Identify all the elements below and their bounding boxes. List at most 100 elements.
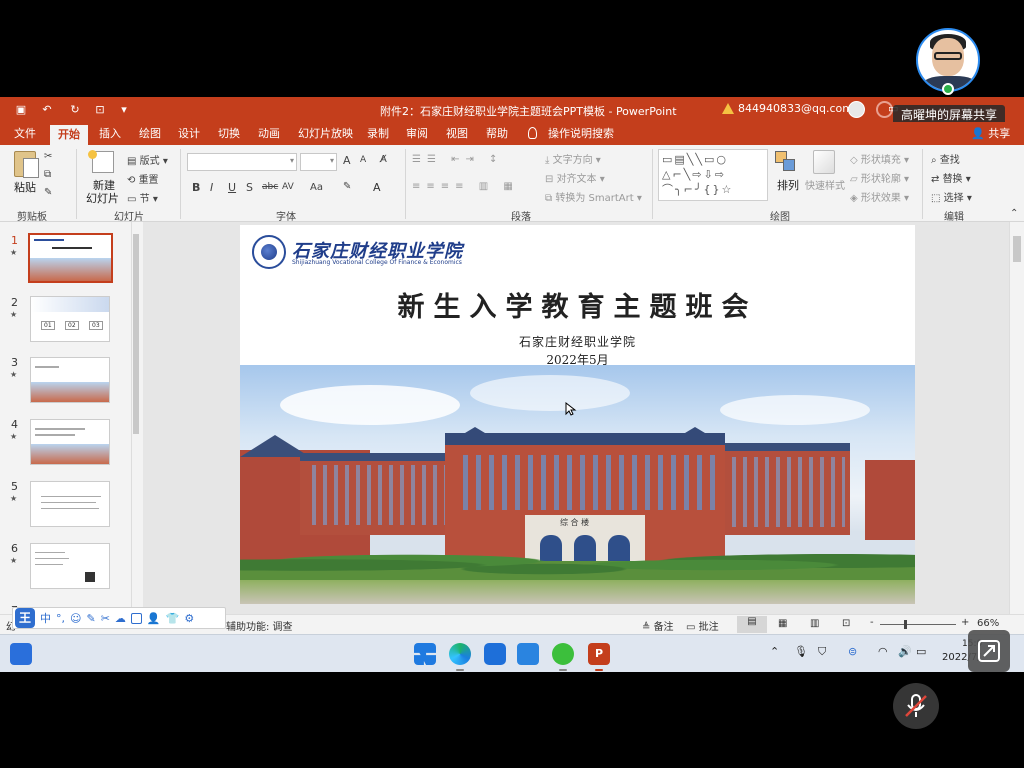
- account-info[interactable]: 844940833@qq.com: [722, 102, 853, 115]
- volume-icon[interactable]: 🔊: [898, 645, 912, 658]
- reset-button[interactable]: ⟲ 重置: [127, 171, 159, 186]
- smartart-button[interactable]: ⧉ 转换为 SmartArt ▾: [545, 189, 642, 204]
- char-spacing-button[interactable]: AV: [282, 182, 294, 192]
- shape-fill-button[interactable]: ◇ 形状填充 ▾: [850, 151, 909, 166]
- tell-me-search[interactable]: 操作说明搜索: [548, 126, 614, 145]
- slide-thumbnail-1[interactable]: [28, 233, 113, 283]
- skin-icon[interactable]: 👕: [166, 612, 180, 625]
- tab-slideshow[interactable]: 幻灯片放映: [298, 126, 353, 145]
- slide-scrollbar[interactable]: [1009, 222, 1023, 614]
- list-buttons[interactable]: ☰☰ ⇤⇥ ↕: [412, 154, 503, 165]
- slide-thumbnail-3[interactable]: [30, 357, 110, 403]
- cloud-icon[interactable]: ☁: [115, 612, 126, 625]
- select-button[interactable]: ⬚ 选择 ▾: [931, 189, 972, 204]
- thumbnails-scrollbar[interactable]: [131, 222, 140, 614]
- undo-icon[interactable]: ↶: [40, 102, 54, 116]
- format-painter-icon[interactable]: ✎: [44, 187, 52, 198]
- find-button[interactable]: ⌕ 查找: [931, 151, 960, 166]
- cut-icon[interactable]: ✂: [44, 151, 52, 162]
- battery-icon[interactable]: ▭: [916, 645, 926, 658]
- user-icon[interactable]: 👤: [147, 612, 161, 625]
- replace-button[interactable]: ⇄ 替换 ▾: [931, 170, 971, 185]
- shape-effects-button[interactable]: ◈ 形状效果 ▾: [850, 189, 909, 204]
- comments-button[interactable]: ▭ 批注: [686, 618, 719, 633]
- ime-mode[interactable]: 中: [40, 610, 51, 626]
- grow-font-button[interactable]: A: [343, 154, 351, 167]
- accessibility-status[interactable]: 辅助功能: 调查: [226, 618, 293, 633]
- shadow-button[interactable]: S: [246, 181, 253, 194]
- tab-design[interactable]: 设计: [178, 126, 200, 145]
- quick-styles-button[interactable]: 快速样式: [805, 177, 845, 192]
- slide-thumbnail-6[interactable]: [30, 543, 110, 589]
- font-size-combo[interactable]: [300, 153, 337, 171]
- arrange-button[interactable]: 排列: [777, 177, 799, 193]
- redo-icon[interactable]: ↻: [68, 102, 82, 116]
- italic-button[interactable]: I: [210, 181, 213, 194]
- sorter-view-icon[interactable]: ▦: [778, 618, 787, 629]
- zoom-in-button[interactable]: +: [961, 617, 969, 628]
- bold-button[interactable]: B: [192, 181, 200, 194]
- edge-browser-icon[interactable]: [449, 643, 471, 665]
- layout-button[interactable]: ▤ 版式 ▾: [127, 152, 168, 167]
- share-button[interactable]: 👤 共享: [971, 126, 1010, 145]
- tab-home[interactable]: 开始: [50, 125, 88, 145]
- security-icon[interactable]: ⛉: [818, 645, 826, 659]
- mute-button[interactable]: [893, 683, 939, 729]
- highlight-icon[interactable]: ✎: [343, 181, 351, 192]
- shapes-gallery[interactable]: ▭▤╲╲▭○ △⌐╲⇨⇩⇨ ⌒╮⌐╯{}☆: [658, 149, 768, 201]
- scroll-thumb[interactable]: [133, 234, 139, 434]
- current-slide[interactable]: 石家庄财经职业学院 Shijiazhuang Vocational Colleg…: [240, 225, 915, 604]
- tab-record[interactable]: 录制: [367, 126, 389, 145]
- slideshow-view-icon[interactable]: ⊡: [842, 618, 850, 629]
- zoom-slider[interactable]: [880, 620, 956, 629]
- slide-editing-area[interactable]: 石家庄财经职业学院 Shijiazhuang Vocational Colleg…: [143, 222, 1009, 614]
- tab-view[interactable]: 视图: [446, 126, 468, 145]
- show-hidden-icons[interactable]: ⌃: [770, 645, 779, 658]
- font-color-button[interactable]: A: [373, 181, 381, 194]
- ime-tray-icon[interactable]: ⊜: [848, 645, 857, 658]
- tab-transitions[interactable]: 切换: [218, 126, 240, 145]
- shape-outline-button[interactable]: ▱ 形状轮廓 ▾: [850, 170, 909, 185]
- paste-icon[interactable]: [14, 151, 39, 178]
- ime-toolbar[interactable]: 王 中 °, ☺ ✎ ✂ ☁ 👤 👕 ⚙: [12, 607, 226, 629]
- expand-screen-share-button[interactable]: [968, 630, 1010, 672]
- arrange-icon[interactable]: [775, 151, 797, 173]
- slide-thumbnail-2[interactable]: 01 02 03: [30, 296, 110, 342]
- section-button[interactable]: ▭ 节 ▾: [127, 190, 158, 205]
- new-slide-icon[interactable]: [88, 150, 114, 173]
- clear-format-icon[interactable]: A̸: [380, 154, 387, 165]
- powerpoint-app-icon[interactable]: P: [588, 643, 610, 665]
- slide-title[interactable]: 新生入学教育主题班会: [240, 285, 915, 324]
- align-text-button[interactable]: ⊟ 对齐文本 ▾: [545, 170, 605, 185]
- ime-logo-icon[interactable]: 王: [15, 608, 35, 628]
- underline-button[interactable]: U: [228, 181, 236, 194]
- zoom-out-button[interactable]: -: [870, 617, 874, 628]
- mail-app-icon[interactable]: [484, 643, 506, 665]
- tab-draw[interactable]: 绘图: [139, 126, 161, 145]
- paste-button[interactable]: 粘贴: [14, 179, 36, 195]
- wifi-icon[interactable]: ◠: [878, 645, 888, 658]
- user-avatar[interactable]: [848, 101, 865, 118]
- keyboard-icon[interactable]: [130, 612, 142, 624]
- normal-view-icon[interactable]: ▤: [737, 616, 767, 633]
- slide-thumbnail-5[interactable]: [30, 481, 110, 527]
- desktop-app-icon[interactable]: [10, 643, 32, 665]
- windows-start-icon[interactable]: [414, 643, 436, 665]
- notes-button[interactable]: ≜ 备注: [642, 618, 674, 633]
- strikethrough-button[interactable]: abc: [262, 182, 278, 192]
- copy-icon[interactable]: ⧉: [44, 169, 51, 180]
- tab-review[interactable]: 审阅: [406, 126, 428, 145]
- tab-help[interactable]: 帮助: [486, 126, 508, 145]
- tab-animations[interactable]: 动画: [258, 126, 280, 145]
- slide-subtitle[interactable]: 石家庄财经职业学院: [240, 333, 915, 350]
- font-family-combo[interactable]: [187, 153, 297, 171]
- save-icon[interactable]: ▣: [14, 102, 28, 116]
- quick-styles-icon[interactable]: [813, 150, 835, 174]
- gear-icon[interactable]: ⚙: [184, 612, 194, 625]
- wechat-icon[interactable]: [552, 643, 574, 665]
- scroll-thumb[interactable]: [1013, 236, 1021, 262]
- ime-punct[interactable]: °,: [56, 612, 65, 625]
- slide-thumbnail-4[interactable]: [30, 419, 110, 465]
- customize-qat-icon[interactable]: ▾: [117, 102, 131, 116]
- pen-icon[interactable]: ✎: [86, 612, 95, 625]
